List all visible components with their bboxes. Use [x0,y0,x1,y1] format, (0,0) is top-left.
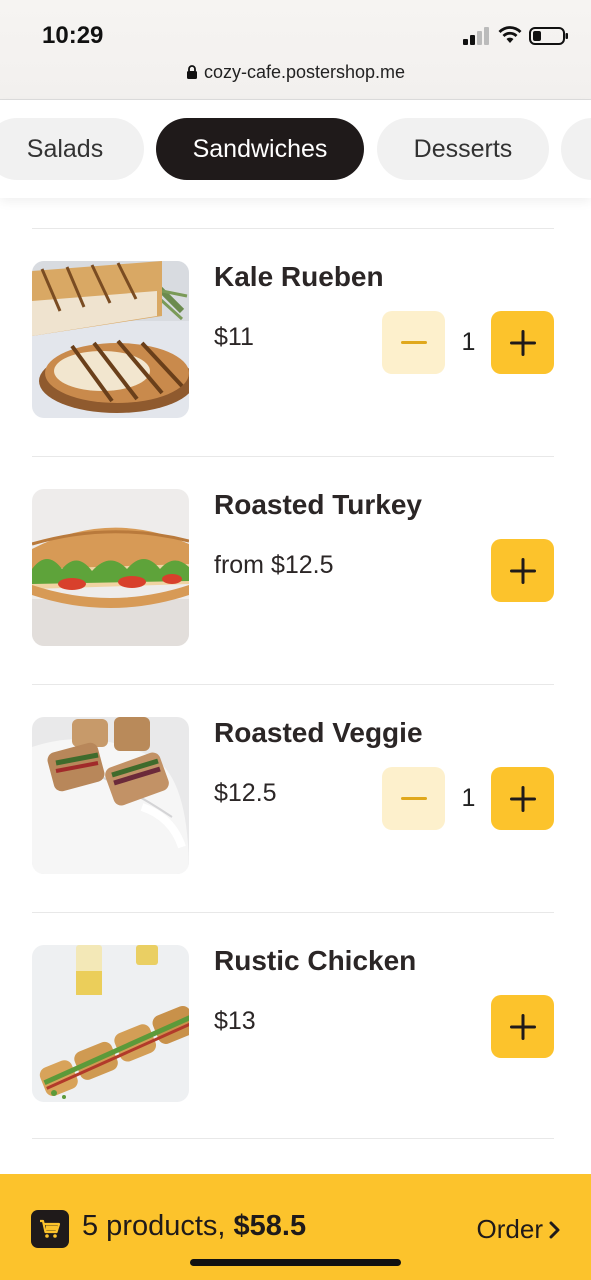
product-price: from $12.5 [214,551,334,579]
menu-item-rustic-chicken: Rustic Chicken $13 [32,912,554,1140]
decrease-quantity-button[interactable] [382,767,445,830]
product-image[interactable] [32,717,189,874]
order-total: $58.5 [233,1210,307,1242]
product-name: Rustic Chicken [214,945,417,976]
product-name: Roasted Turkey [214,489,422,520]
plus-icon [509,557,536,584]
product-image[interactable] [32,489,189,646]
browser-status-bar: 10:29 cozy-cafe.postershop.me [0,0,591,100]
add-to-cart-button[interactable] [491,539,554,602]
url-text: cozy-cafe.postershop.me [203,62,406,82]
menu-item-kale-rueben: Kale Rueben $11 1 [32,228,554,456]
battery-icon [529,27,568,45]
quantity-value: 1 [461,328,476,356]
decrease-quantity-button[interactable] [382,311,445,374]
order-label: Order [476,1214,543,1244]
menu-item-roasted-turkey: Roasted Turkey from $12.5 [32,456,554,684]
tab-desserts[interactable]: Desserts [377,118,549,180]
product-price: $11 [214,323,254,351]
product-price: $12.5 [214,779,277,807]
tab-next-partial[interactable] [561,118,591,180]
home-indicator[interactable] [190,1259,401,1266]
increase-quantity-button[interactable] [491,767,554,830]
quantity-value: 1 [461,784,476,812]
cellular-signal-icon [463,27,489,45]
tab-salads[interactable]: Salads [0,118,144,180]
chevron-right-icon [549,1221,560,1238]
add-to-cart-button[interactable] [491,995,554,1058]
product-price: $13 [214,1007,256,1035]
category-tabs: Salads Sandwiches Desserts [0,100,591,198]
minus-icon [400,340,427,344]
minus-icon [400,796,427,800]
status-time: 10:29 [42,22,104,49]
plus-icon [509,785,536,812]
plus-icon [509,1013,536,1040]
product-name: Kale Rueben [214,261,384,292]
address-bar[interactable]: cozy-cafe.postershop.me [0,62,591,83]
wifi-icon [498,26,522,43]
product-name: Roasted Veggie [214,717,423,748]
order-button[interactable]: Order [477,1214,561,1245]
product-image[interactable] [32,261,189,418]
product-image[interactable] [32,945,189,1102]
product-count: 5 products, [82,1210,234,1242]
lock-icon [186,65,197,79]
list-divider [32,1138,554,1139]
menu-item-roasted-veggie: Roasted Veggie $12.5 1 [32,684,554,912]
increase-quantity-button[interactable] [491,311,554,374]
tab-sandwiches[interactable]: Sandwiches [156,118,364,180]
cart-icon [31,1210,69,1248]
plus-icon [509,329,536,356]
order-summary: 5 products, $58.5 [82,1210,306,1243]
